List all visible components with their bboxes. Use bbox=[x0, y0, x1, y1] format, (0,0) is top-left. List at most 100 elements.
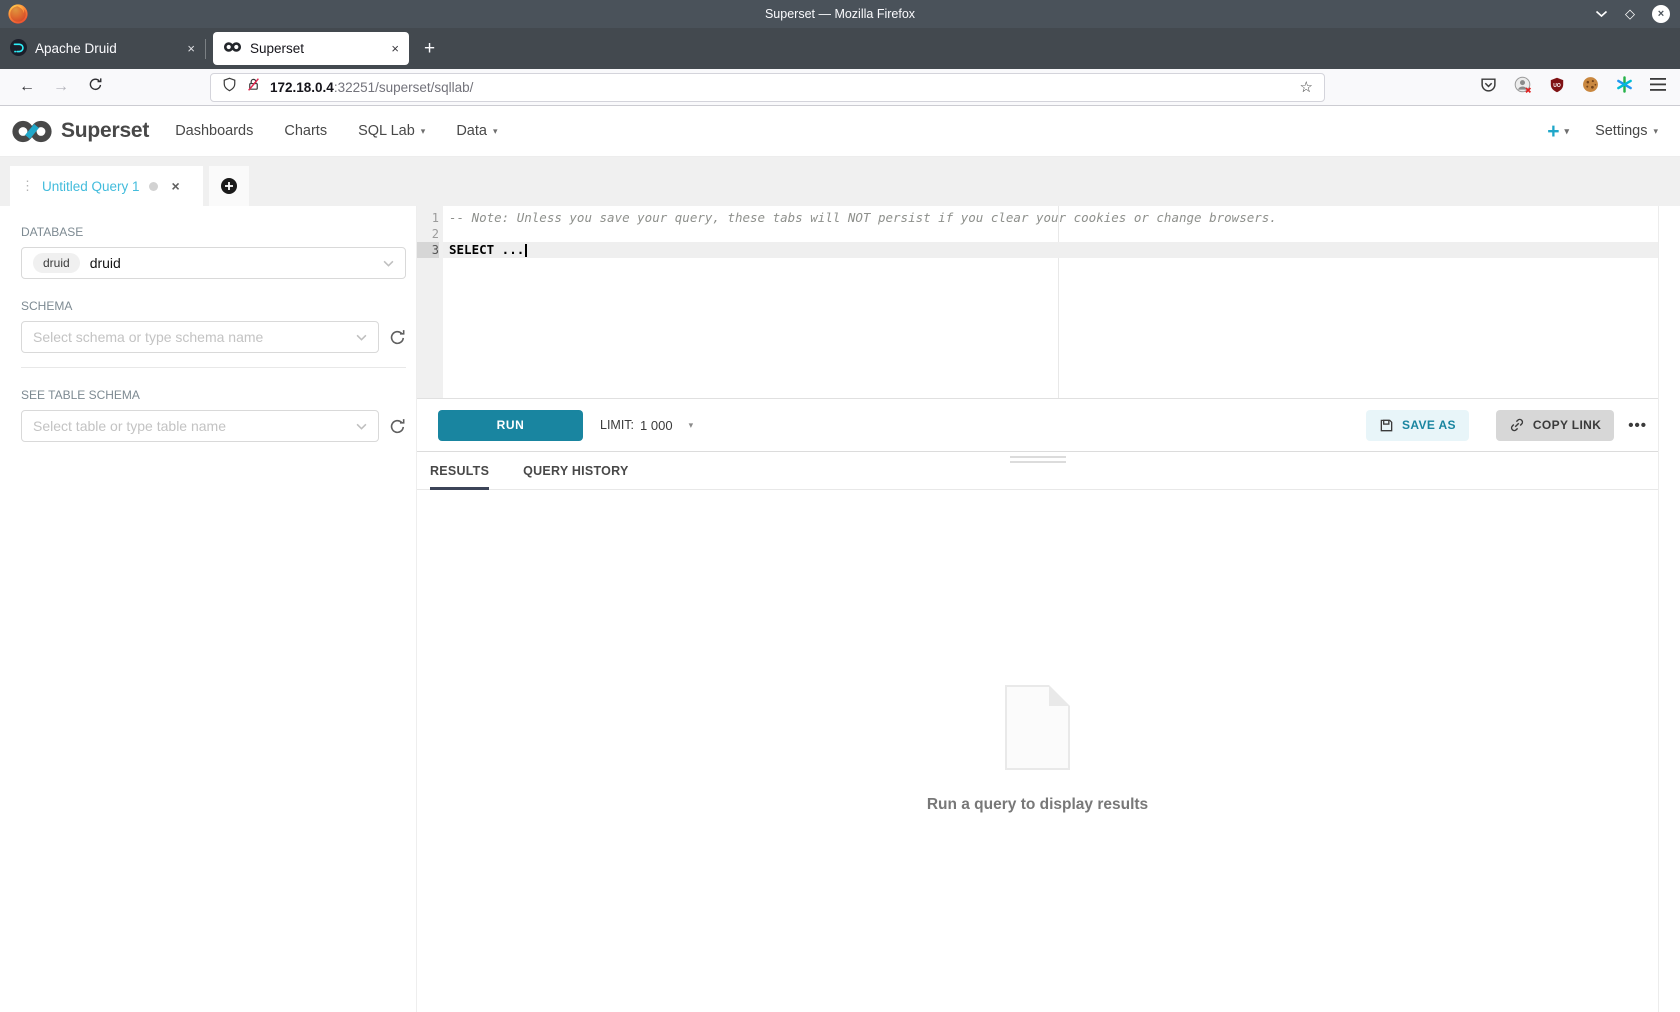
database-selected-value: druid bbox=[90, 255, 121, 271]
window-title: Superset — Mozilla Firefox bbox=[0, 7, 1680, 21]
splitter-drag-handle[interactable] bbox=[1010, 456, 1066, 466]
shield-icon[interactable] bbox=[222, 77, 237, 97]
window-close-icon[interactable]: × bbox=[1652, 5, 1670, 23]
query-tab-strip: ⋮ Untitled Query 1 × bbox=[0, 157, 1680, 206]
window-maximize-icon[interactable]: ◇ bbox=[1625, 6, 1635, 22]
back-icon[interactable]: ← bbox=[10, 78, 44, 96]
caret-down-icon: ▾ bbox=[421, 126, 426, 137]
sql-toolbar: RUN LIMIT: 1 000 ▾ SAVE AS COPY LINK bbox=[417, 399, 1658, 451]
window-titlebar: Superset — Mozilla Firefox ◇ × bbox=[0, 0, 1680, 28]
add-query-tab-button[interactable] bbox=[209, 166, 249, 206]
window-minimize-icon[interactable] bbox=[1595, 10, 1608, 18]
tab-close-icon[interactable]: × bbox=[391, 41, 399, 56]
browser-tabbar: Apache Druid × Superset × + bbox=[0, 28, 1680, 69]
code-line: -- Note: Unless you save your query, the… bbox=[443, 210, 1658, 226]
limit-label: LIMIT: bbox=[600, 418, 634, 432]
caret-down-icon: ▾ bbox=[1653, 126, 1658, 137]
pane-divider bbox=[417, 451, 1658, 464]
copy-link-button[interactable]: COPY LINK bbox=[1496, 410, 1614, 441]
url-host: 172.18.0.4 bbox=[270, 80, 334, 95]
query-state-dot bbox=[149, 182, 158, 191]
bookmark-star-icon[interactable]: ☆ bbox=[1300, 78, 1313, 96]
save-as-button[interactable]: SAVE AS bbox=[1366, 410, 1469, 441]
chevron-down-icon bbox=[383, 260, 394, 267]
sql-editor-pane: 1 2 3 -- Note: Unless you save your quer… bbox=[417, 206, 1659, 1012]
chevron-down-icon bbox=[356, 423, 367, 430]
tab-close-icon[interactable]: × bbox=[187, 41, 195, 56]
url-text[interactable]: 172.18.0.4:32251/superset/sqllab/ bbox=[270, 80, 473, 95]
hamburger-menu-icon[interactable] bbox=[1650, 78, 1666, 96]
superset-favicon bbox=[223, 41, 242, 56]
browser-tab-apache-druid[interactable]: Apache Druid × bbox=[0, 28, 205, 69]
caret-down-icon: ▾ bbox=[1565, 127, 1570, 136]
extension-asterisk-icon[interactable] bbox=[1616, 76, 1633, 98]
forward-icon: → bbox=[44, 78, 78, 96]
superset-logo[interactable]: Superset bbox=[10, 118, 149, 145]
line-number: 1 bbox=[417, 210, 439, 226]
new-item-button[interactable]: +▾ bbox=[1547, 121, 1569, 142]
limit-dropdown[interactable]: LIMIT: 1 000 ▾ bbox=[600, 418, 693, 433]
browser-tab-label: Apache Druid bbox=[35, 41, 117, 56]
superset-navbar: Superset Dashboards Charts SQL Lab▾ Data… bbox=[0, 106, 1680, 157]
caret-down-icon: ▾ bbox=[689, 420, 694, 431]
insecure-lock-icon[interactable] bbox=[246, 77, 261, 97]
table-select[interactable]: Select table or type table name bbox=[21, 410, 379, 442]
firefox-logo-icon bbox=[7, 3, 29, 25]
reload-icon[interactable] bbox=[78, 77, 112, 97]
nav-item-data[interactable]: Data▾ bbox=[456, 123, 497, 139]
tab-menu-icon[interactable]: ⋮ bbox=[21, 178, 33, 194]
browser-toolbar: ← → 172.18.0.4:32251/superset/sqllab/ ☆ bbox=[0, 69, 1680, 106]
refresh-schemas-icon[interactable] bbox=[389, 329, 406, 346]
empty-results-message: Run a query to display results bbox=[927, 796, 1148, 814]
tab-results[interactable]: RESULTS bbox=[430, 464, 489, 489]
query-tab-untitled-query-1[interactable]: ⋮ Untitled Query 1 × bbox=[10, 166, 203, 206]
more-actions-button[interactable]: ••• bbox=[1628, 417, 1647, 434]
database-label: DATABASE bbox=[21, 225, 406, 239]
cookie-icon[interactable] bbox=[1582, 76, 1599, 98]
caret-down-icon: ▾ bbox=[493, 126, 498, 137]
table-schema-label: SEE TABLE SCHEMA bbox=[21, 388, 406, 402]
browser-tab-superset[interactable]: Superset × bbox=[213, 32, 409, 65]
line-number: 3 bbox=[417, 242, 439, 258]
code-line bbox=[443, 226, 1658, 242]
tab-separator bbox=[205, 39, 206, 59]
sqllab-sidebar: DATABASE druid druid SCHEMA Select schem… bbox=[0, 206, 417, 1012]
database-type-badge: druid bbox=[33, 253, 80, 273]
database-select[interactable]: druid druid bbox=[21, 247, 406, 279]
svg-text:UO: UO bbox=[1553, 82, 1561, 88]
sidebar-divider bbox=[21, 367, 406, 368]
sql-comment: -- Note: Unless you save your query, the… bbox=[449, 210, 1277, 225]
refresh-tables-icon[interactable] bbox=[389, 418, 406, 435]
nav-item-dashboards[interactable]: Dashboards bbox=[175, 123, 253, 139]
schema-placeholder: Select schema or type schema name bbox=[33, 329, 263, 345]
settings-menu[interactable]: Settings▾ bbox=[1595, 123, 1658, 139]
query-tab-title: Untitled Query 1 bbox=[42, 179, 140, 194]
new-browser-tab-button[interactable]: + bbox=[409, 28, 450, 69]
save-icon bbox=[1379, 418, 1394, 433]
editor-gutter: 1 2 3 bbox=[417, 206, 443, 398]
plus-circle-icon bbox=[220, 177, 238, 195]
empty-document-icon bbox=[1005, 685, 1070, 770]
brand-name: Superset bbox=[61, 119, 149, 143]
ublock-icon[interactable]: UO bbox=[1549, 77, 1565, 98]
url-path: :32251/superset/sqllab/ bbox=[334, 80, 474, 95]
nav-item-charts[interactable]: Charts bbox=[284, 123, 327, 139]
line-number: 2 bbox=[417, 226, 439, 242]
nav-item-sql-lab[interactable]: SQL Lab▾ bbox=[358, 123, 425, 139]
run-button[interactable]: RUN bbox=[438, 410, 583, 441]
chevron-down-icon bbox=[356, 334, 367, 341]
link-icon bbox=[1509, 417, 1525, 433]
code-line-active: SELECT ... bbox=[443, 242, 1658, 258]
sql-code-editor[interactable]: 1 2 3 -- Note: Unless you save your quer… bbox=[417, 206, 1658, 399]
sql-statement: SELECT ... bbox=[449, 242, 524, 257]
limit-value: 1 000 bbox=[640, 418, 673, 433]
profile-blocked-icon[interactable] bbox=[1514, 76, 1532, 99]
table-placeholder: Select table or type table name bbox=[33, 418, 226, 434]
url-bar[interactable]: 172.18.0.4:32251/superset/sqllab/ ☆ bbox=[210, 73, 1325, 102]
query-tab-close-icon[interactable]: × bbox=[172, 178, 180, 194]
pocket-icon[interactable] bbox=[1480, 76, 1497, 98]
browser-tab-label: Superset bbox=[250, 41, 304, 56]
text-cursor bbox=[525, 244, 527, 257]
schema-select[interactable]: Select schema or type schema name bbox=[21, 321, 379, 353]
tab-query-history[interactable]: QUERY HISTORY bbox=[523, 464, 628, 489]
